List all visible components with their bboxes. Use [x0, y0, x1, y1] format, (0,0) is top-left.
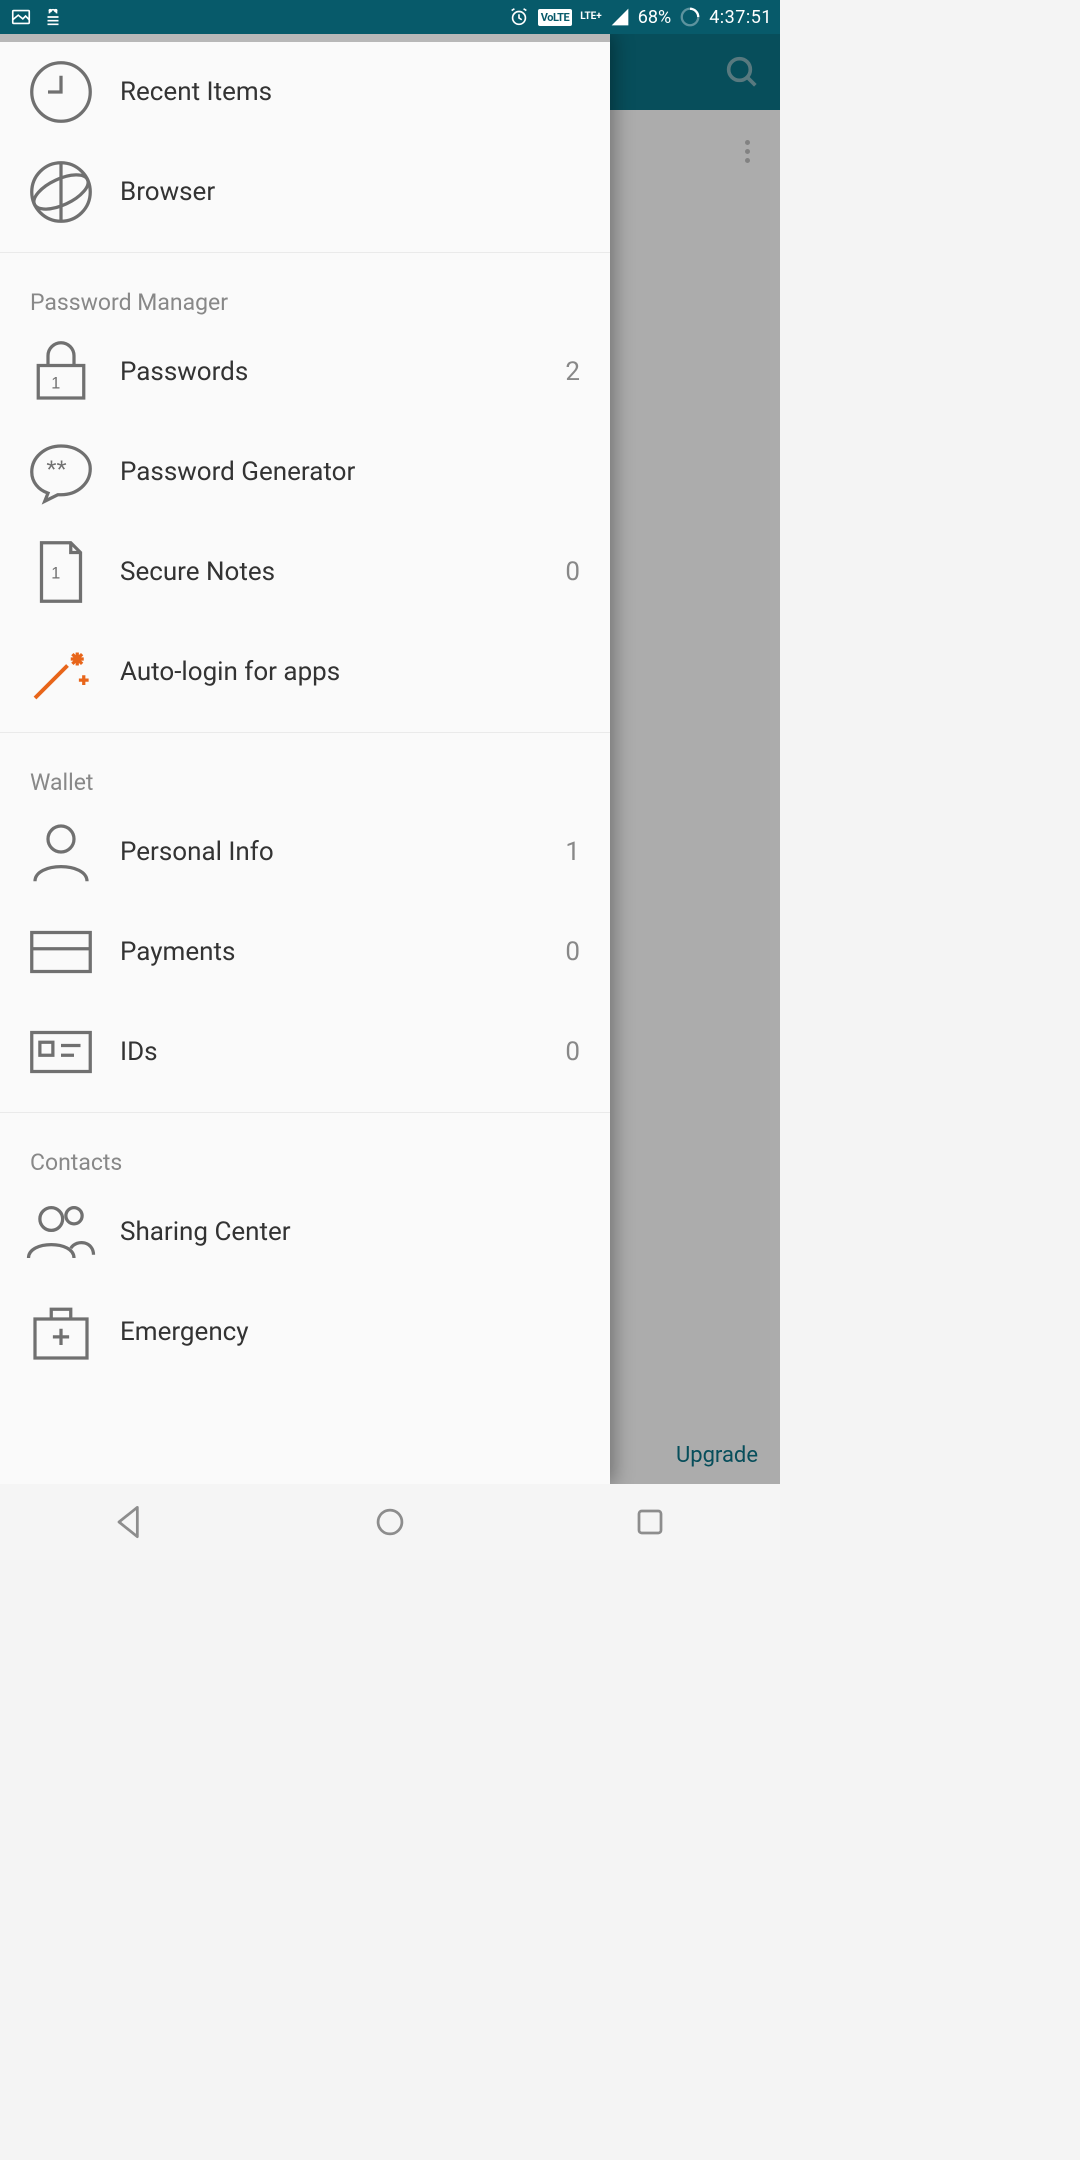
sidebar-item-label: Browser [100, 177, 584, 207]
sidebar-item-recent[interactable]: Recent Items [0, 42, 610, 142]
sidebar-item-password-generator[interactable]: ** Password Generator [0, 422, 610, 522]
sidebar-item-label: Secure Notes [100, 557, 565, 587]
svg-text:1: 1 [51, 565, 60, 583]
section-header: Contacts [0, 1113, 610, 1182]
sidebar-item-payments[interactable]: Payments 0 [0, 902, 610, 1002]
sidebar-item-autologin[interactable]: Auto-login for apps [0, 622, 610, 722]
sidebar-item-ids[interactable]: IDs 0 [0, 1002, 610, 1102]
sidebar-item-label: IDs [100, 1037, 565, 1067]
signal-icon [610, 7, 630, 27]
drawer-top-strip [0, 34, 610, 42]
clock-icon [22, 53, 100, 131]
status-bar: VoLTE LTE+ 68% 4:37:51 [0, 0, 780, 34]
sidebar-item-passwords[interactable]: 1 Passwords 2 [0, 322, 610, 422]
person-icon [22, 813, 100, 891]
sidebar-item-label: Emergency [100, 1317, 584, 1347]
sidebar-item-count: 1 [565, 837, 584, 867]
sidebar-item-count: 0 [565, 557, 584, 587]
sidebar-item-emergency[interactable]: Emergency [0, 1282, 610, 1382]
sidebar-item-sharing-center[interactable]: Sharing Center [0, 1182, 610, 1282]
sidebar-item-count: 0 [565, 1037, 584, 1067]
drawer-section-wallet: Wallet Personal Info 1 Payments 0 IDs [0, 732, 610, 1112]
drawer-section-password-manager: Password Manager 1 Passwords 2 ** Passwo… [0, 252, 610, 732]
drawer-section-top: Recent Items Browser [0, 42, 610, 252]
sidebar-item-count: 0 [565, 937, 584, 967]
clock-text: 4:37:51 [709, 7, 772, 28]
id-icon [22, 1013, 100, 1091]
card-icon [22, 913, 100, 991]
people-icon [22, 1193, 100, 1271]
sidebar-item-secure-notes[interactable]: 1 Secure Notes 0 [0, 522, 610, 622]
picture-icon [10, 6, 32, 28]
section-header: Wallet [0, 733, 610, 802]
recents-button[interactable] [628, 1500, 672, 1544]
svg-text:**: ** [46, 455, 66, 485]
sidebar-item-label: Payments [100, 937, 565, 967]
lock-icon: 1 [22, 333, 100, 411]
sidebar-item-personal-info[interactable]: Personal Info 1 [0, 802, 610, 902]
alarm-icon [508, 6, 530, 28]
note-icon: 1 [22, 533, 100, 611]
battery-text: 68% [638, 7, 671, 28]
section-header: Password Manager [0, 253, 610, 322]
lte-indicator: LTE+ [580, 12, 602, 22]
home-button[interactable] [368, 1500, 412, 1544]
briefcase-icon [22, 1293, 100, 1371]
magic-wand-icon [22, 633, 100, 711]
navigation-drawer: Recent Items Browser Password Manager 1 … [0, 34, 610, 1484]
back-button[interactable] [108, 1500, 152, 1544]
sidebar-item-label: Password Generator [100, 457, 584, 487]
usb-debug-icon [42, 6, 64, 28]
sidebar-item-label: Passwords [100, 357, 565, 387]
sidebar-item-label: Sharing Center [100, 1217, 584, 1247]
battery-ring-icon [679, 6, 701, 28]
sidebar-item-count: 2 [565, 357, 584, 387]
system-nav-bar [0, 1484, 780, 1560]
sidebar-item-label: Recent Items [100, 77, 584, 107]
svg-text:1: 1 [51, 374, 60, 392]
volte-badge: VoLTE [538, 9, 572, 26]
sidebar-item-browser[interactable]: Browser [0, 142, 610, 242]
speech-asterisk-icon: ** [22, 433, 100, 511]
sidebar-item-label: Auto-login for apps [100, 657, 584, 687]
globe-icon [22, 153, 100, 231]
drawer-section-contacts: Contacts Sharing Center Emergency [0, 1112, 610, 1392]
sidebar-item-label: Personal Info [100, 837, 565, 867]
